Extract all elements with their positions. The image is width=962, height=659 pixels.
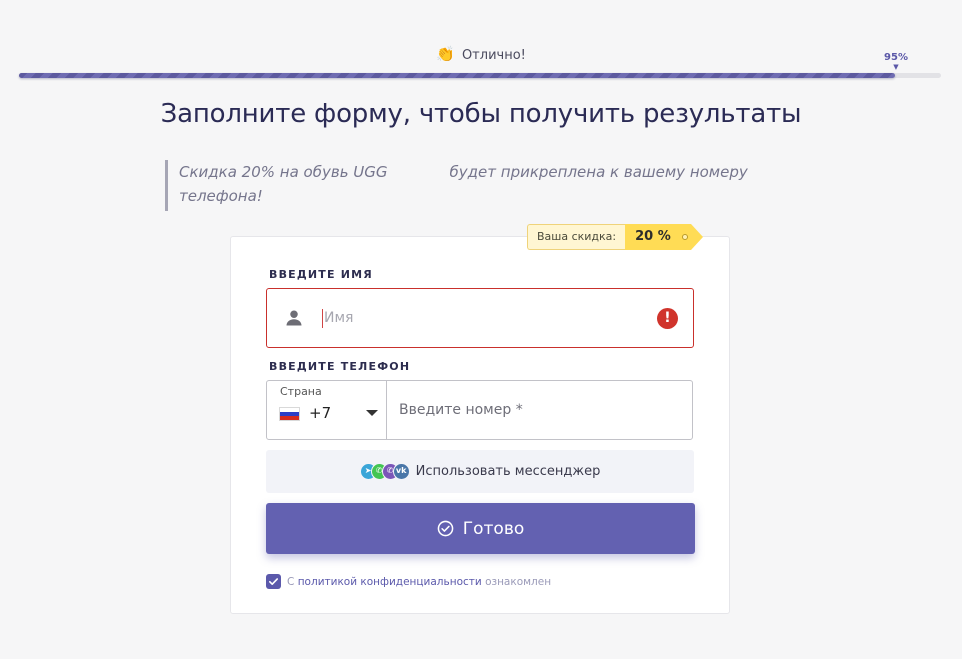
russia-flag-icon [279, 407, 300, 421]
name-input[interactable] [324, 302, 644, 334]
progress-percent: 95% ▼ [878, 52, 914, 71]
progress-label-text: Отлично! [461, 48, 526, 63]
discount-badge: Ваша скидка: 20 % [527, 224, 703, 250]
chevron-down-icon [366, 410, 378, 416]
checkmark-icon [269, 578, 278, 585]
phone-field: Страна +7 [266, 380, 693, 440]
error-icon: ! [657, 308, 678, 329]
submit-label: Готово [462, 518, 525, 539]
promo-text-start: Скидка 20% на обувь UGG [179, 163, 388, 181]
progress-fill [19, 73, 895, 78]
country-select[interactable]: Страна +7 [267, 381, 387, 439]
check-circle-icon [437, 520, 454, 537]
consent-text: С политикой конфиденциальности ознакомле… [287, 575, 552, 588]
text-caret [322, 309, 323, 328]
name-field[interactable]: ! [266, 288, 694, 348]
messenger-label: Использовать мессенджер [415, 464, 601, 479]
phone-field-label: ВВЕДИТЕ ТЕЛЕФОН [269, 360, 411, 373]
progress-bar [19, 73, 941, 78]
country-caption: Страна [280, 385, 322, 398]
tag-hole-icon [681, 234, 688, 240]
lead-form-card: Ваша скидка: 20 % ВВЕДИТЕ ИМЯ ! ВВЕДИТЕ … [230, 224, 730, 614]
person-icon [286, 310, 302, 326]
page-title: Заполните форму, чтобы получить результа… [160, 99, 802, 129]
clapping-hands-icon: 👏 [436, 45, 455, 63]
discount-value: 20 % [635, 229, 671, 244]
progress-marker-icon: ▼ [893, 63, 899, 71]
messenger-icons: ➤ ✆ ✆ vk [359, 463, 410, 480]
discount-value-tag: 20 % [625, 224, 703, 250]
country-code: +7 [309, 404, 332, 422]
submit-button[interactable]: Готово [266, 503, 695, 554]
privacy-policy-link[interactable]: политикой конфиденциальности [298, 576, 482, 588]
discount-label: Ваша скидка: [527, 224, 626, 250]
name-field-label: ВВЕДИТЕ ИМЯ [269, 268, 373, 281]
vk-icon: vk [392, 463, 410, 480]
privacy-consent: С политикой конфиденциальности ознакомле… [266, 574, 551, 589]
privacy-checkbox[interactable] [266, 574, 281, 589]
phone-input[interactable] [387, 381, 692, 439]
promo-quote: Скидка 20% на обувь UGG будет прикреплена… [165, 160, 755, 211]
progress-label: 👏 Отлично! [0, 45, 962, 63]
use-messenger-button[interactable]: ➤ ✆ ✆ vk Использовать мессенджер [266, 450, 694, 493]
